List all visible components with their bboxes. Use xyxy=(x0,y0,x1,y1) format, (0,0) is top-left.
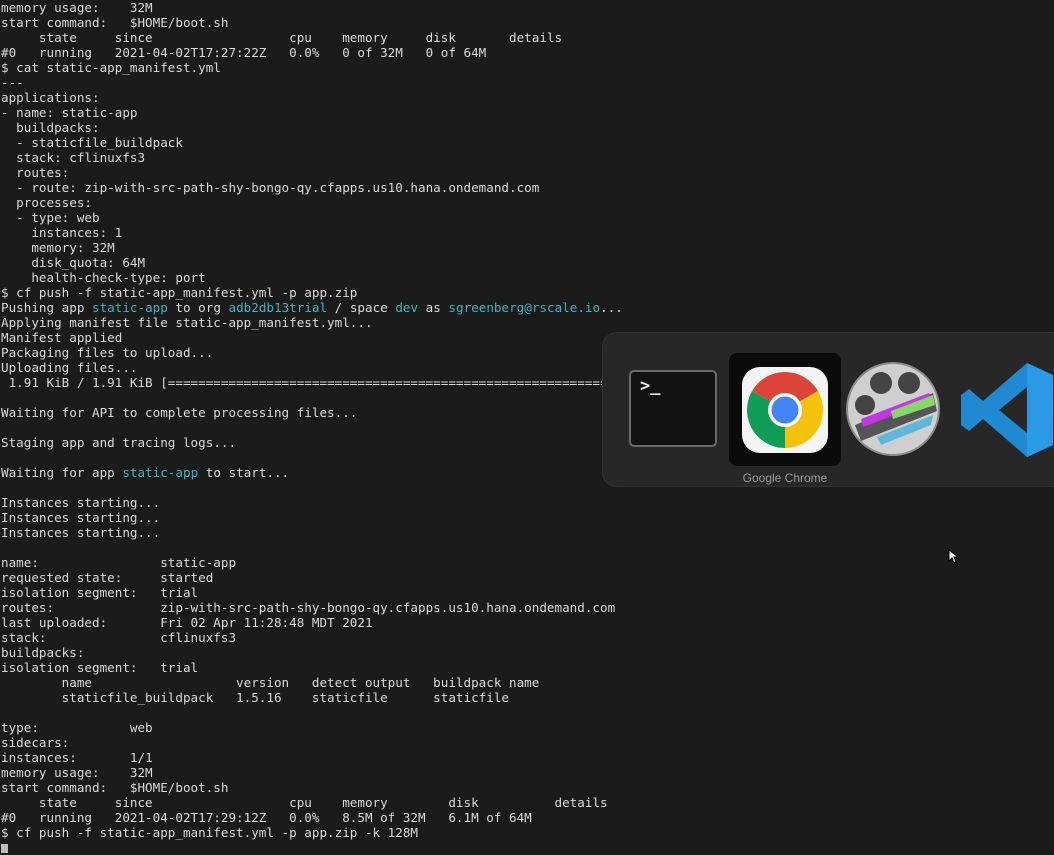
highlighted-text: adb2db13trial xyxy=(228,300,328,315)
terminal-line: #0 running 2021-04-02T17:29:12Z 0.0% 8.5… xyxy=(1,810,532,825)
terminal-line: Instances starting... xyxy=(1,525,161,540)
terminal-line: isolation segment: trial xyxy=(1,660,199,675)
vscode-icon xyxy=(961,363,1053,457)
terminal-line: #0 running 2021-04-02T17:27:22Z 0.0% 0 o… xyxy=(1,45,487,60)
text-segment: / space xyxy=(327,300,396,315)
terminal-line: - route: zip-with-src-path-shy-bongo-qy.… xyxy=(1,180,540,195)
terminal-line: start command: $HOME/boot.sh xyxy=(1,15,229,30)
terminal-line: name version detect output buildpack nam… xyxy=(1,675,540,690)
app-switcher-google-chrome[interactable] xyxy=(729,353,841,466)
terminal-line: routes: xyxy=(1,165,70,180)
terminal-line: $ cf push -f static-app_manifest.yml -p … xyxy=(1,825,419,840)
terminal-line: buildpacks: xyxy=(1,645,85,660)
app-switcher-terminal[interactable]: >_ xyxy=(621,353,733,466)
terminal-line: $ cf push -f static-app_manifest.yml -p … xyxy=(1,285,358,300)
terminal-line: state since cpu memory disk details xyxy=(1,795,608,810)
terminal-line: instances: 1/1 xyxy=(1,750,153,765)
text-segment: Pushing app xyxy=(1,300,92,315)
text-segment: ... xyxy=(600,300,623,315)
terminal-icon: >_ xyxy=(629,370,717,447)
terminal-line: type: web xyxy=(1,720,153,735)
mouse-pointer-icon xyxy=(948,549,960,564)
terminal-line: stack: cflinuxfs3 xyxy=(1,150,146,165)
app-switcher-visual-studio-code[interactable] xyxy=(953,353,1054,466)
highlighted-text: static-app xyxy=(122,465,199,480)
terminal-line: health-check-type: port xyxy=(1,270,206,285)
selected-app-label: Google Chrome xyxy=(742,471,828,485)
terminal-cursor-line xyxy=(1,840,752,855)
terminal-line: Pushing app static-app to org adb2db13tr… xyxy=(1,300,752,315)
terminal-line: stack: cflinuxfs3 xyxy=(1,630,237,645)
text-segment: to org xyxy=(167,300,229,315)
terminal-line: name: static-app xyxy=(1,555,237,570)
terminal-line: processes: xyxy=(1,195,92,210)
terminal-line: $ cat static-app_manifest.yml xyxy=(1,60,221,75)
text-segment: as xyxy=(418,300,449,315)
terminal-line: memory usage: 32M xyxy=(1,0,153,15)
terminal-line: buildpacks: xyxy=(1,120,100,135)
terminal-line: - type: web xyxy=(1,210,100,225)
app-switcher: >_ Google Chrome xyxy=(603,333,1054,486)
terminal-line: state since cpu memory disk details xyxy=(1,30,563,45)
terminal-line: - staticfile_buildpack xyxy=(1,135,183,150)
terminal-cursor xyxy=(1,844,8,853)
terminal-line: Instances starting... xyxy=(1,495,161,510)
terminal-line: - name: static-app xyxy=(1,105,138,120)
terminal-line: memory: 32M xyxy=(1,240,115,255)
terminal-line: Instances starting... xyxy=(1,510,161,525)
terminal-line: sidecars: xyxy=(1,735,70,750)
google-chrome-icon xyxy=(742,367,828,453)
terminal-line: requested state: started xyxy=(1,570,214,585)
highlighted-text: dev xyxy=(395,300,419,315)
terminal-line: isolation segment: trial xyxy=(1,585,199,600)
terminal-line: last uploaded: Fri 02 Apr 11:28:48 MDT 2… xyxy=(1,615,373,630)
terminal-line: Applying manifest file static-app_manife… xyxy=(1,315,373,330)
terminal-line: applications: xyxy=(1,90,100,105)
text-segment: Waiting for app xyxy=(1,465,123,480)
terminal-line: instances: 1 xyxy=(1,225,123,240)
terminal-line: disk_quota: 64M xyxy=(1,255,146,270)
app-switcher-claquette[interactable] xyxy=(841,353,953,466)
terminal-prompt-glyph: >_ xyxy=(640,376,661,396)
highlighted-text: static-app xyxy=(92,300,168,315)
terminal-line: memory usage: 32M xyxy=(1,765,153,780)
terminal-line: --- xyxy=(1,75,24,90)
terminal-line: staticfile_buildpack 1.5.16 staticfile s… xyxy=(1,690,509,705)
highlighted-text: sgreenberg@rscale.io xyxy=(448,300,601,315)
film-reel-icon xyxy=(846,362,940,456)
terminal-line: routes: zip-with-src-path-shy-bongo-qy.c… xyxy=(1,600,616,615)
terminal-line: start command: $HOME/boot.sh xyxy=(1,780,229,795)
text-segment: to start... xyxy=(198,465,290,480)
